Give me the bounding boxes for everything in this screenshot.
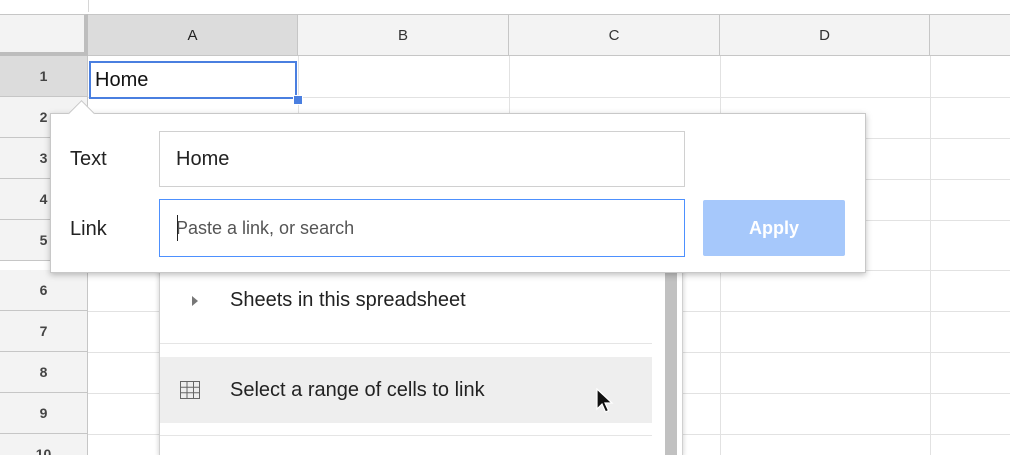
link-label: Link (70, 218, 107, 240)
row-header-8[interactable]: 8 (0, 352, 88, 393)
separator (160, 435, 652, 436)
column-header-c[interactable]: C (509, 14, 720, 56)
grid-line (930, 56, 931, 455)
row-header-7[interactable]: 7 (0, 311, 88, 352)
top-divider (88, 0, 89, 12)
toolbar-edge (0, 0, 1010, 14)
fill-handle[interactable] (293, 95, 303, 105)
sheets-item-label: Sheets in this spreadsheet (230, 289, 466, 311)
link-suggestions-dropdown: Sheets in this spreadsheet Select a rang… (159, 257, 683, 455)
row-header-9[interactable]: 9 (0, 393, 88, 434)
range-item-label: Select a range of cells to link (230, 379, 485, 401)
spreadsheet-window: A B C D 1 2 3 4 5 6 7 8 9 10 Home Text L… (0, 0, 1010, 455)
link-input[interactable] (159, 199, 685, 257)
column-header-a[interactable]: A (88, 14, 298, 56)
sheets-in-spreadsheet-item[interactable]: Sheets in this spreadsheet (160, 267, 652, 333)
text-label: Text (70, 148, 107, 170)
text-caret (177, 215, 178, 241)
cell-a1[interactable]: Home (89, 61, 297, 99)
insert-link-dialog: Text Link Apply (50, 113, 866, 273)
separator (160, 343, 652, 344)
apply-button[interactable]: Apply (703, 200, 845, 256)
row-header-6[interactable]: 6 (0, 270, 88, 311)
triangle-right-icon (192, 296, 198, 306)
column-header-e[interactable] (930, 14, 1010, 56)
row-header-1[interactable]: 1 (0, 56, 88, 97)
cursor-icon (596, 388, 614, 413)
dropdown-scrollbar[interactable] (665, 257, 677, 455)
row-header-10[interactable]: 10 (0, 434, 88, 455)
column-header-b[interactable]: B (298, 14, 509, 56)
text-input[interactable] (159, 131, 685, 187)
select-all-corner[interactable] (0, 14, 88, 56)
grid-icon (180, 381, 200, 399)
select-range-item[interactable]: Select a range of cells to link (160, 357, 652, 423)
column-header-d[interactable]: D (720, 14, 930, 56)
